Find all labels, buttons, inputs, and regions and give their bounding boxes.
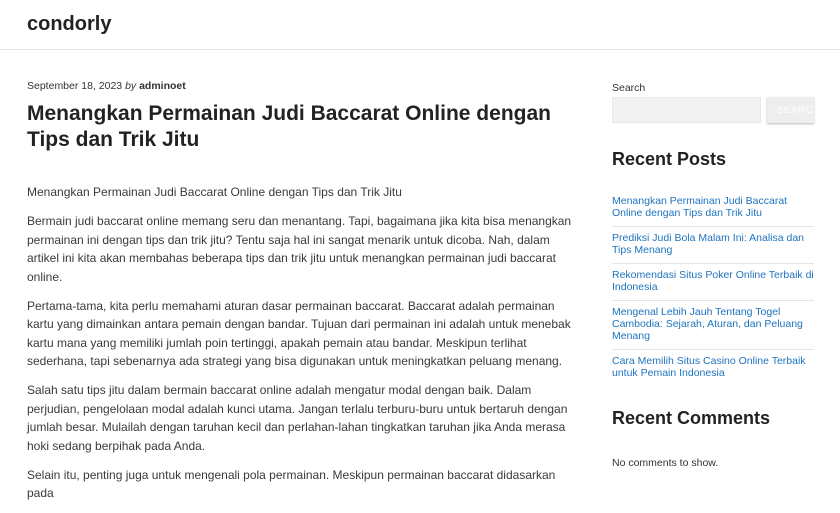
recent-posts-list: Menangkan Permainan Judi Baccarat Online… bbox=[612, 195, 814, 386]
recent-post-link[interactable]: Mengenal Lebih Jauh Tentang Togel Cambod… bbox=[612, 306, 803, 342]
site-header: condorly bbox=[0, 0, 840, 50]
recent-post-link[interactable]: Prediksi Judi Bola Malam Ini: Analisa da… bbox=[612, 232, 804, 256]
recent-posts-heading: Recent Posts bbox=[612, 149, 727, 169]
list-item: Mengenal Lebih Jauh Tentang Togel Cambod… bbox=[612, 301, 814, 350]
paragraph: Selain itu, penting juga untuk mengenali… bbox=[27, 467, 556, 501]
post-content: Menangkan Permainan Judi Baccarat Online… bbox=[27, 183, 575, 503]
paragraph: Pertama-tama, kita perlu memahami aturan… bbox=[27, 298, 571, 369]
site-title[interactable]: condorly bbox=[27, 13, 111, 35]
paragraph: Bermain judi baccarat online memang seru… bbox=[27, 214, 572, 284]
by-label: by bbox=[125, 80, 137, 92]
search-input[interactable] bbox=[612, 97, 761, 123]
search-button[interactable]: SEARCH bbox=[767, 97, 814, 123]
no-comments-text: No comments to show. bbox=[612, 457, 719, 469]
list-item: Prediksi Judi Bola Malam Ini: Analisa da… bbox=[612, 227, 814, 264]
sidebar: Search SEARCH Recent Posts Menangkan Per… bbox=[612, 82, 814, 469]
post-meta: September 18, 2023 by adminoet bbox=[27, 80, 575, 92]
post-date[interactable]: September 18, 2023 bbox=[27, 80, 122, 92]
post-title: Menangkan Permainan Judi Baccarat Online… bbox=[27, 102, 551, 151]
recent-post-link[interactable]: Menangkan Permainan Judi Baccarat Online… bbox=[612, 195, 787, 219]
recent-comments-heading: Recent Comments bbox=[612, 408, 771, 428]
list-item: Cara Memilih Situs Casino Online Terbaik… bbox=[612, 350, 814, 386]
search-form: SEARCH bbox=[612, 97, 814, 123]
list-item: Rekomendasi Situs Poker Online Terbaik d… bbox=[612, 264, 814, 301]
paragraph: Salah satu tips jitu dalam bermain bacca… bbox=[27, 383, 568, 453]
paragraph: Menangkan Permainan Judi Baccarat Online… bbox=[27, 185, 402, 199]
post-article: September 18, 2023 by adminoet Menangkan… bbox=[27, 80, 575, 513]
list-item: Menangkan Permainan Judi Baccarat Online… bbox=[612, 195, 814, 227]
recent-post-link[interactable]: Cara Memilih Situs Casino Online Terbaik… bbox=[612, 355, 806, 379]
search-label: Search bbox=[612, 82, 646, 94]
post-author[interactable]: adminoet bbox=[139, 80, 186, 92]
recent-post-link[interactable]: Rekomendasi Situs Poker Online Terbaik d… bbox=[612, 269, 814, 293]
